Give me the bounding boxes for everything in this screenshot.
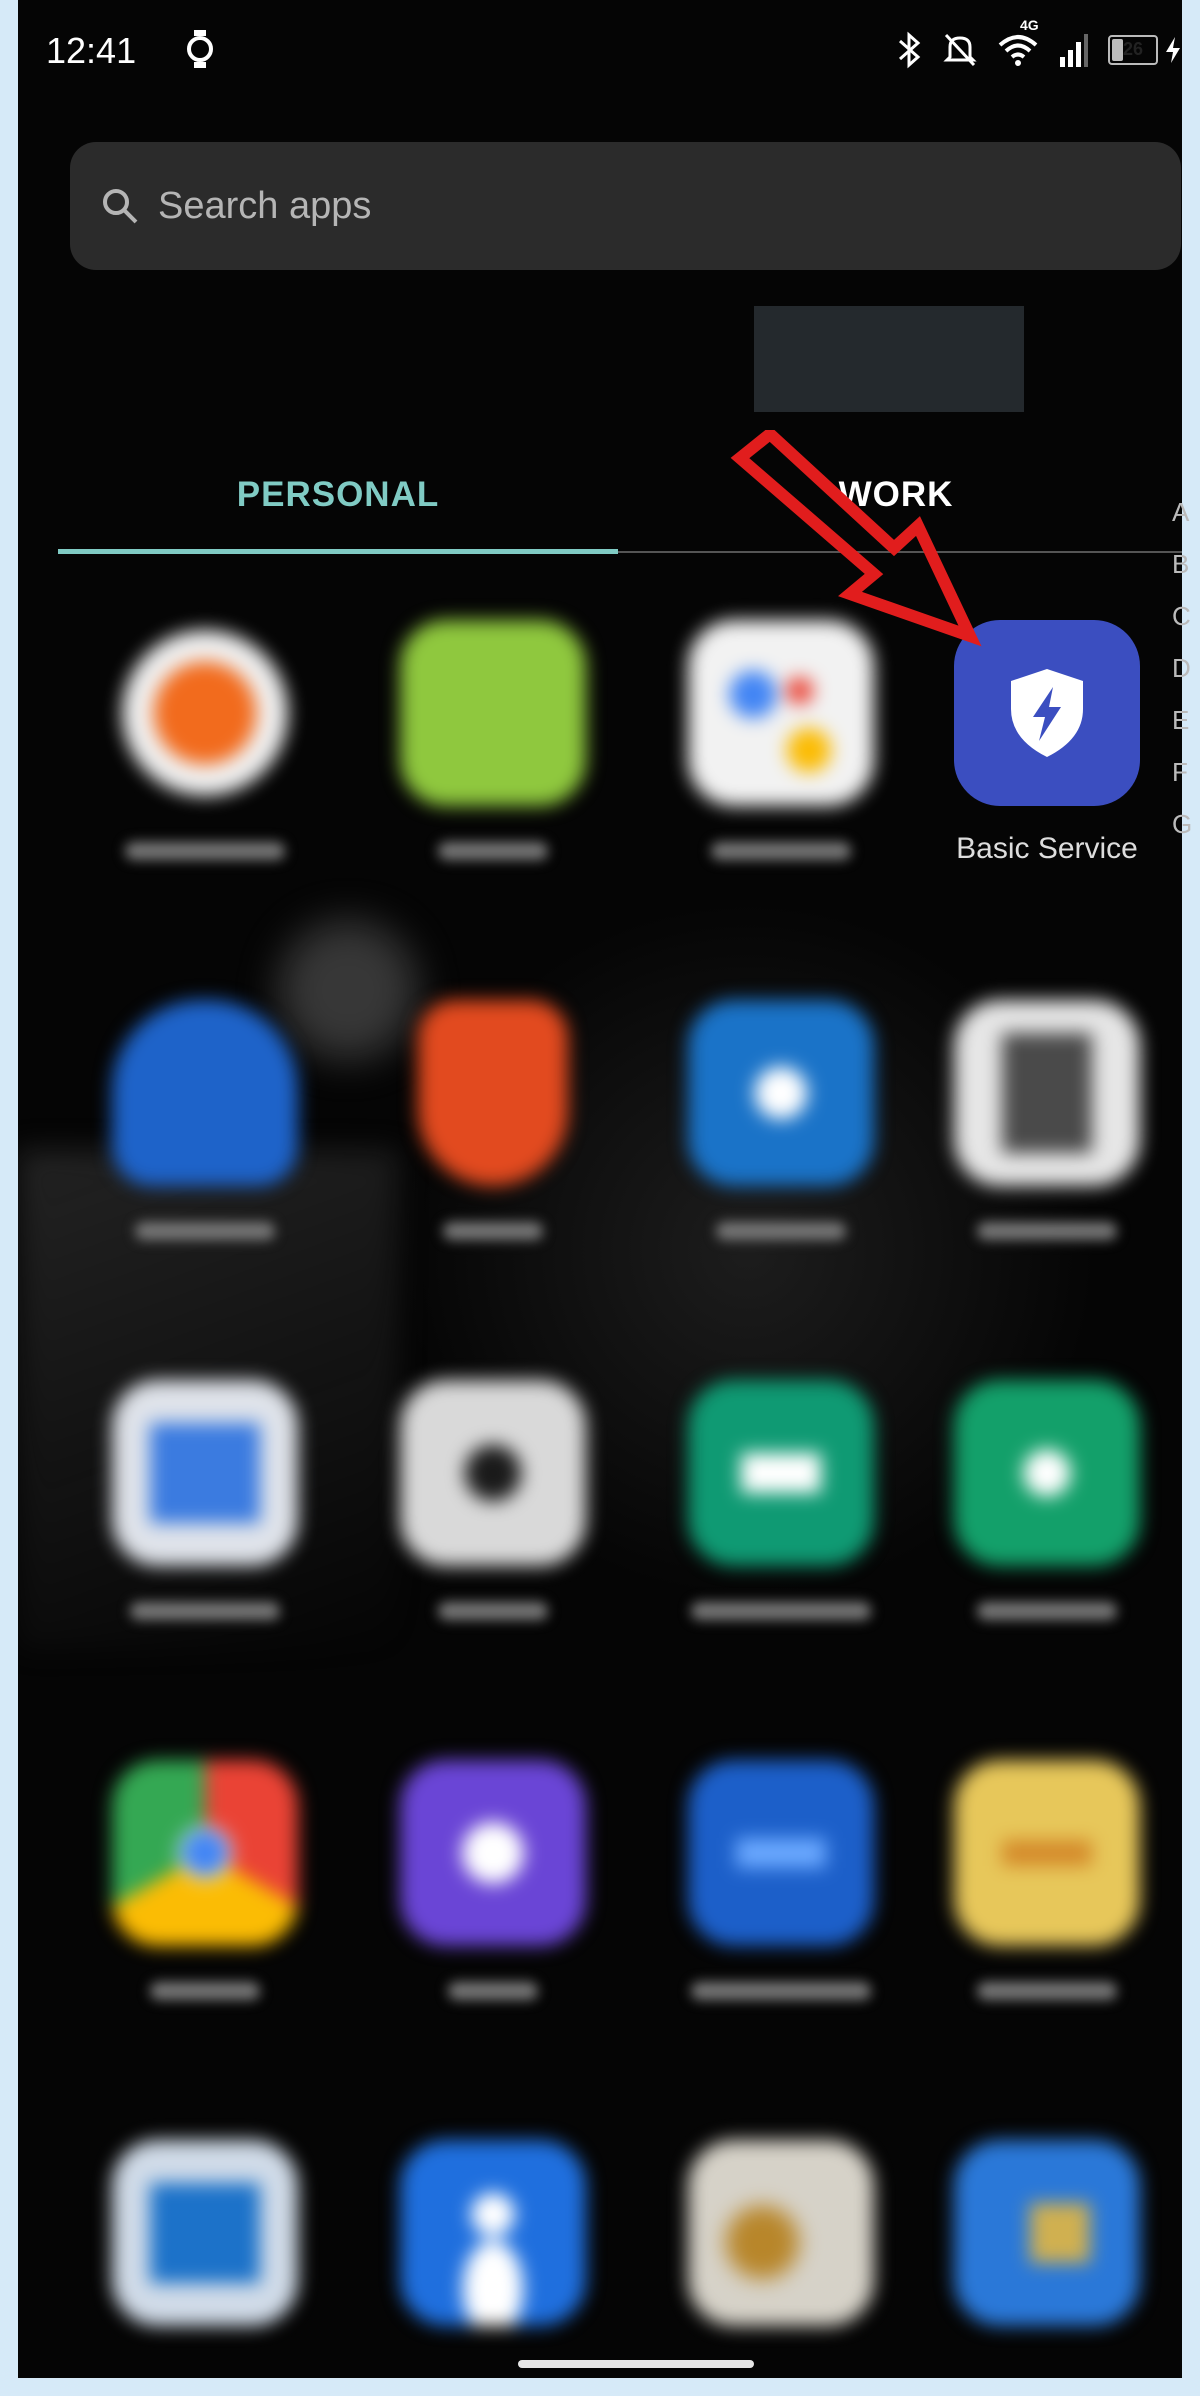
green-teal-app-icon [688,1380,874,1566]
blurred-app-label [691,1602,871,1620]
search-bar[interactable] [70,142,1181,270]
alphabet-index-letter[interactable]: F [1172,746,1200,798]
battery-level: 26 [1122,39,1144,59]
app-tile[interactable] [70,1370,340,1670]
app-grid: Basic Service [18,610,1182,2370]
app-tile[interactable] [646,1370,916,1670]
app-tile[interactable] [646,990,916,1290]
blurred-app-label [977,1982,1117,2000]
alphabet-index-letter[interactable]: A [1172,486,1200,538]
blurred-app-label [125,842,285,860]
app-tile[interactable] [358,1370,628,1670]
app-tile[interactable] [912,990,1182,1290]
blurred-app-label [711,842,851,860]
camera-app-icon [400,1380,586,1566]
blurred-app-label [130,1602,280,1620]
charging-icon [1166,37,1180,63]
blurred-app-label [691,1982,871,2000]
network-type-label: 4G [1020,17,1039,33]
alphabet-index-letter[interactable]: C [1172,590,1200,642]
app-tile[interactable] [70,610,340,910]
blurred-app-label [448,1982,538,2000]
watch-icon [187,30,213,68]
status-bar: 12:41 4G 26 [18,0,1182,100]
alphabet-index-letter[interactable]: G [1172,798,1200,850]
app-tile[interactable] [70,1750,340,2050]
gear-app-icon [112,620,298,806]
phone-screen: 12:41 4G 26 Search apps PERSONAL WORK Ba… [18,0,1182,2378]
app-tile[interactable] [358,610,628,910]
blurred-app-label [150,1982,260,2000]
app-tile[interactable] [646,2130,916,2378]
diamond-app-icon [688,1000,874,1186]
blurred-app-label [716,1222,846,1240]
shield-lightning-icon [1011,669,1083,757]
screenshot-frame: 12:41 4G 26 Search apps PERSONAL WORK Ba… [0,0,1200,2396]
gesture-nav-handle[interactable] [518,2360,754,2368]
app-tile[interactable] [912,1750,1182,2050]
redacted-block [754,306,1024,412]
contacts-app-icon [400,2140,586,2326]
bluetooth-icon [899,31,921,69]
battery-icon: 26 [1108,35,1158,65]
clock-app-icon [400,1760,586,1946]
wifi-icon [998,35,1038,66]
blurred-app-label [438,1602,548,1620]
blurred-app-label [977,1222,1117,1240]
app-tile[interactable] [646,1750,916,2050]
browser-shield-app-icon [418,1000,568,1186]
green-cloud-app-icon [954,1380,1140,1566]
tab-active-indicator [58,549,618,554]
alphabet-index-letter[interactable]: B [1172,538,1200,590]
chrome-app-icon [112,1760,298,1946]
screen-app-icon [112,2140,298,2326]
app-tile[interactable] [358,2130,628,2378]
signal-icon [1060,34,1088,67]
alphabet-index-letter[interactable]: E [1172,694,1200,746]
alphabet-index[interactable]: ABCDEFG [1172,486,1200,850]
maps-app-icon [954,2140,1140,2326]
green-app-icon [400,620,586,806]
search-input[interactable] [156,183,1060,229]
blue-link-app-icon [688,1760,874,1946]
calendar-app-icon [112,1380,298,1566]
app-label: Basic Service [956,832,1138,865]
app-tile[interactable] [358,990,628,1290]
blurred-app-label [135,1222,275,1240]
app-tile[interactable] [912,2130,1182,2378]
tab-personal[interactable]: PERSONAL [58,440,618,550]
mute-bell-icon [943,33,977,67]
status-time: 12:41 [46,30,137,71]
blurred-app-label [438,842,548,860]
app-tile[interactable] [912,1370,1182,1670]
status-icons: 4G 26 [896,17,1182,72]
blue-cloud-app-icon [112,1000,298,1186]
profile-tabs: PERSONAL WORK [58,440,1182,560]
app-tile[interactable] [70,2130,340,2378]
wifi-network-group: 4G [998,17,1039,69]
annotation-arrow [730,430,982,647]
blurred-app-label [443,1222,543,1240]
gallery-app-icon [688,2140,874,2326]
yellow-app-icon [954,1760,1140,1946]
app-tile[interactable] [358,1750,628,2050]
alphabet-index-letter[interactable]: D [1172,642,1200,694]
search-icon [103,189,138,224]
app-tile[interactable] [70,990,340,1290]
calculator-app-icon [954,1000,1140,1186]
blurred-app-label [977,1602,1117,1620]
